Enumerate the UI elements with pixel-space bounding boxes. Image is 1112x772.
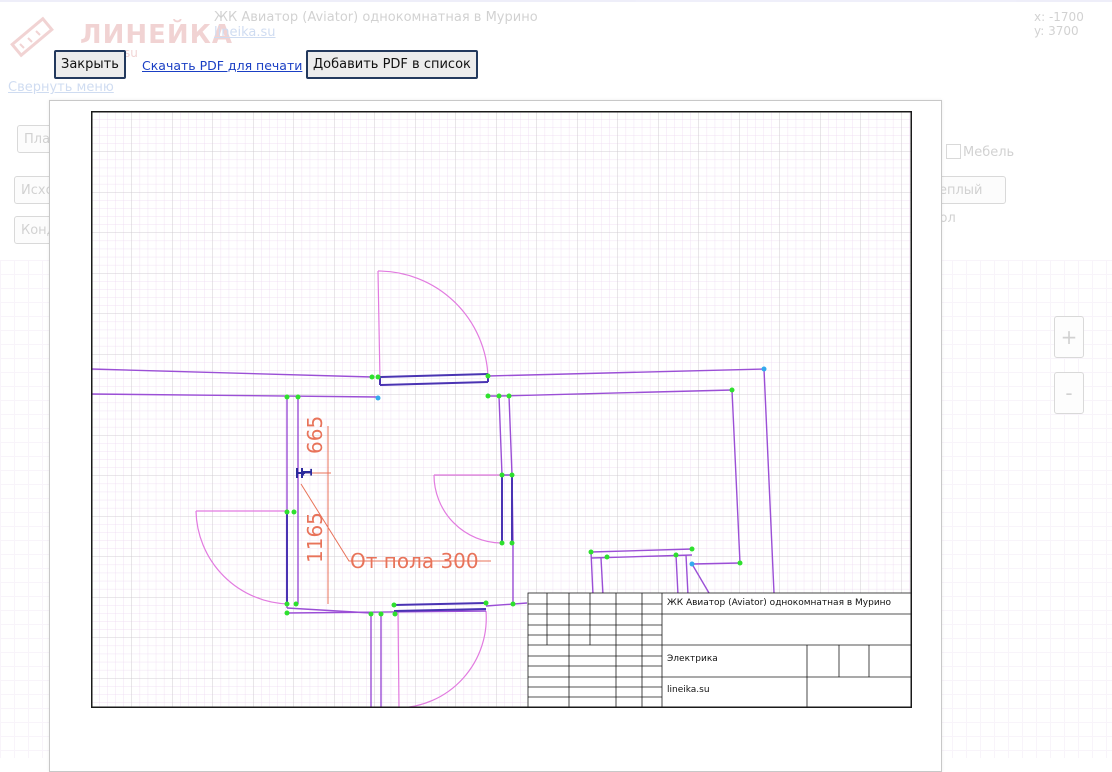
furniture-checkbox[interactable] (946, 144, 961, 159)
coord-x: x: -1700 (1034, 10, 1084, 24)
ruler-logo-icon (10, 16, 54, 58)
floor-plan-drawing: 665 1165 От пола 300 1 ЖК Авиатор (Aviat… (91, 111, 912, 708)
socket-label: 1 (301, 468, 316, 477)
stamp-site: lineika.su (667, 685, 710, 695)
coord-y: y: 3700 (1034, 24, 1079, 38)
logo-text: ЛИНЕЙКА (80, 20, 234, 50)
title-block (527, 592, 912, 708)
furniture-checkbox-label: Мебель (963, 145, 1015, 160)
stamp-section: Электрика (667, 654, 718, 664)
add-pdf-button[interactable]: Добавить PDF в список (306, 50, 478, 79)
download-pdf-link[interactable]: Скачать PDF для печати (142, 58, 302, 73)
height-note: От пола 300 (350, 549, 479, 573)
dimension-upper: 665 (303, 416, 327, 454)
pdf-preview-sheet: 665 1165 От пола 300 1 ЖК Авиатор (Aviat… (49, 100, 942, 772)
collapse-menu-link[interactable]: Свернуть меню (8, 80, 114, 95)
stamp-title: ЖК Авиатор (Aviator) однокомнатная в Мур… (667, 598, 892, 608)
zoom-out-button[interactable]: - (1054, 372, 1084, 414)
site-link[interactable]: lineika.su (214, 25, 275, 40)
dimension-lower: 1165 (303, 512, 327, 563)
close-button[interactable]: Закрыть (54, 50, 126, 79)
header-line (0, 0, 1112, 2)
logo-sub: su (124, 46, 138, 60)
zoom-in-button[interactable]: + (1054, 316, 1084, 358)
project-title: ЖК Авиатор (Aviator) однокомнатная в Мур… (214, 10, 538, 25)
